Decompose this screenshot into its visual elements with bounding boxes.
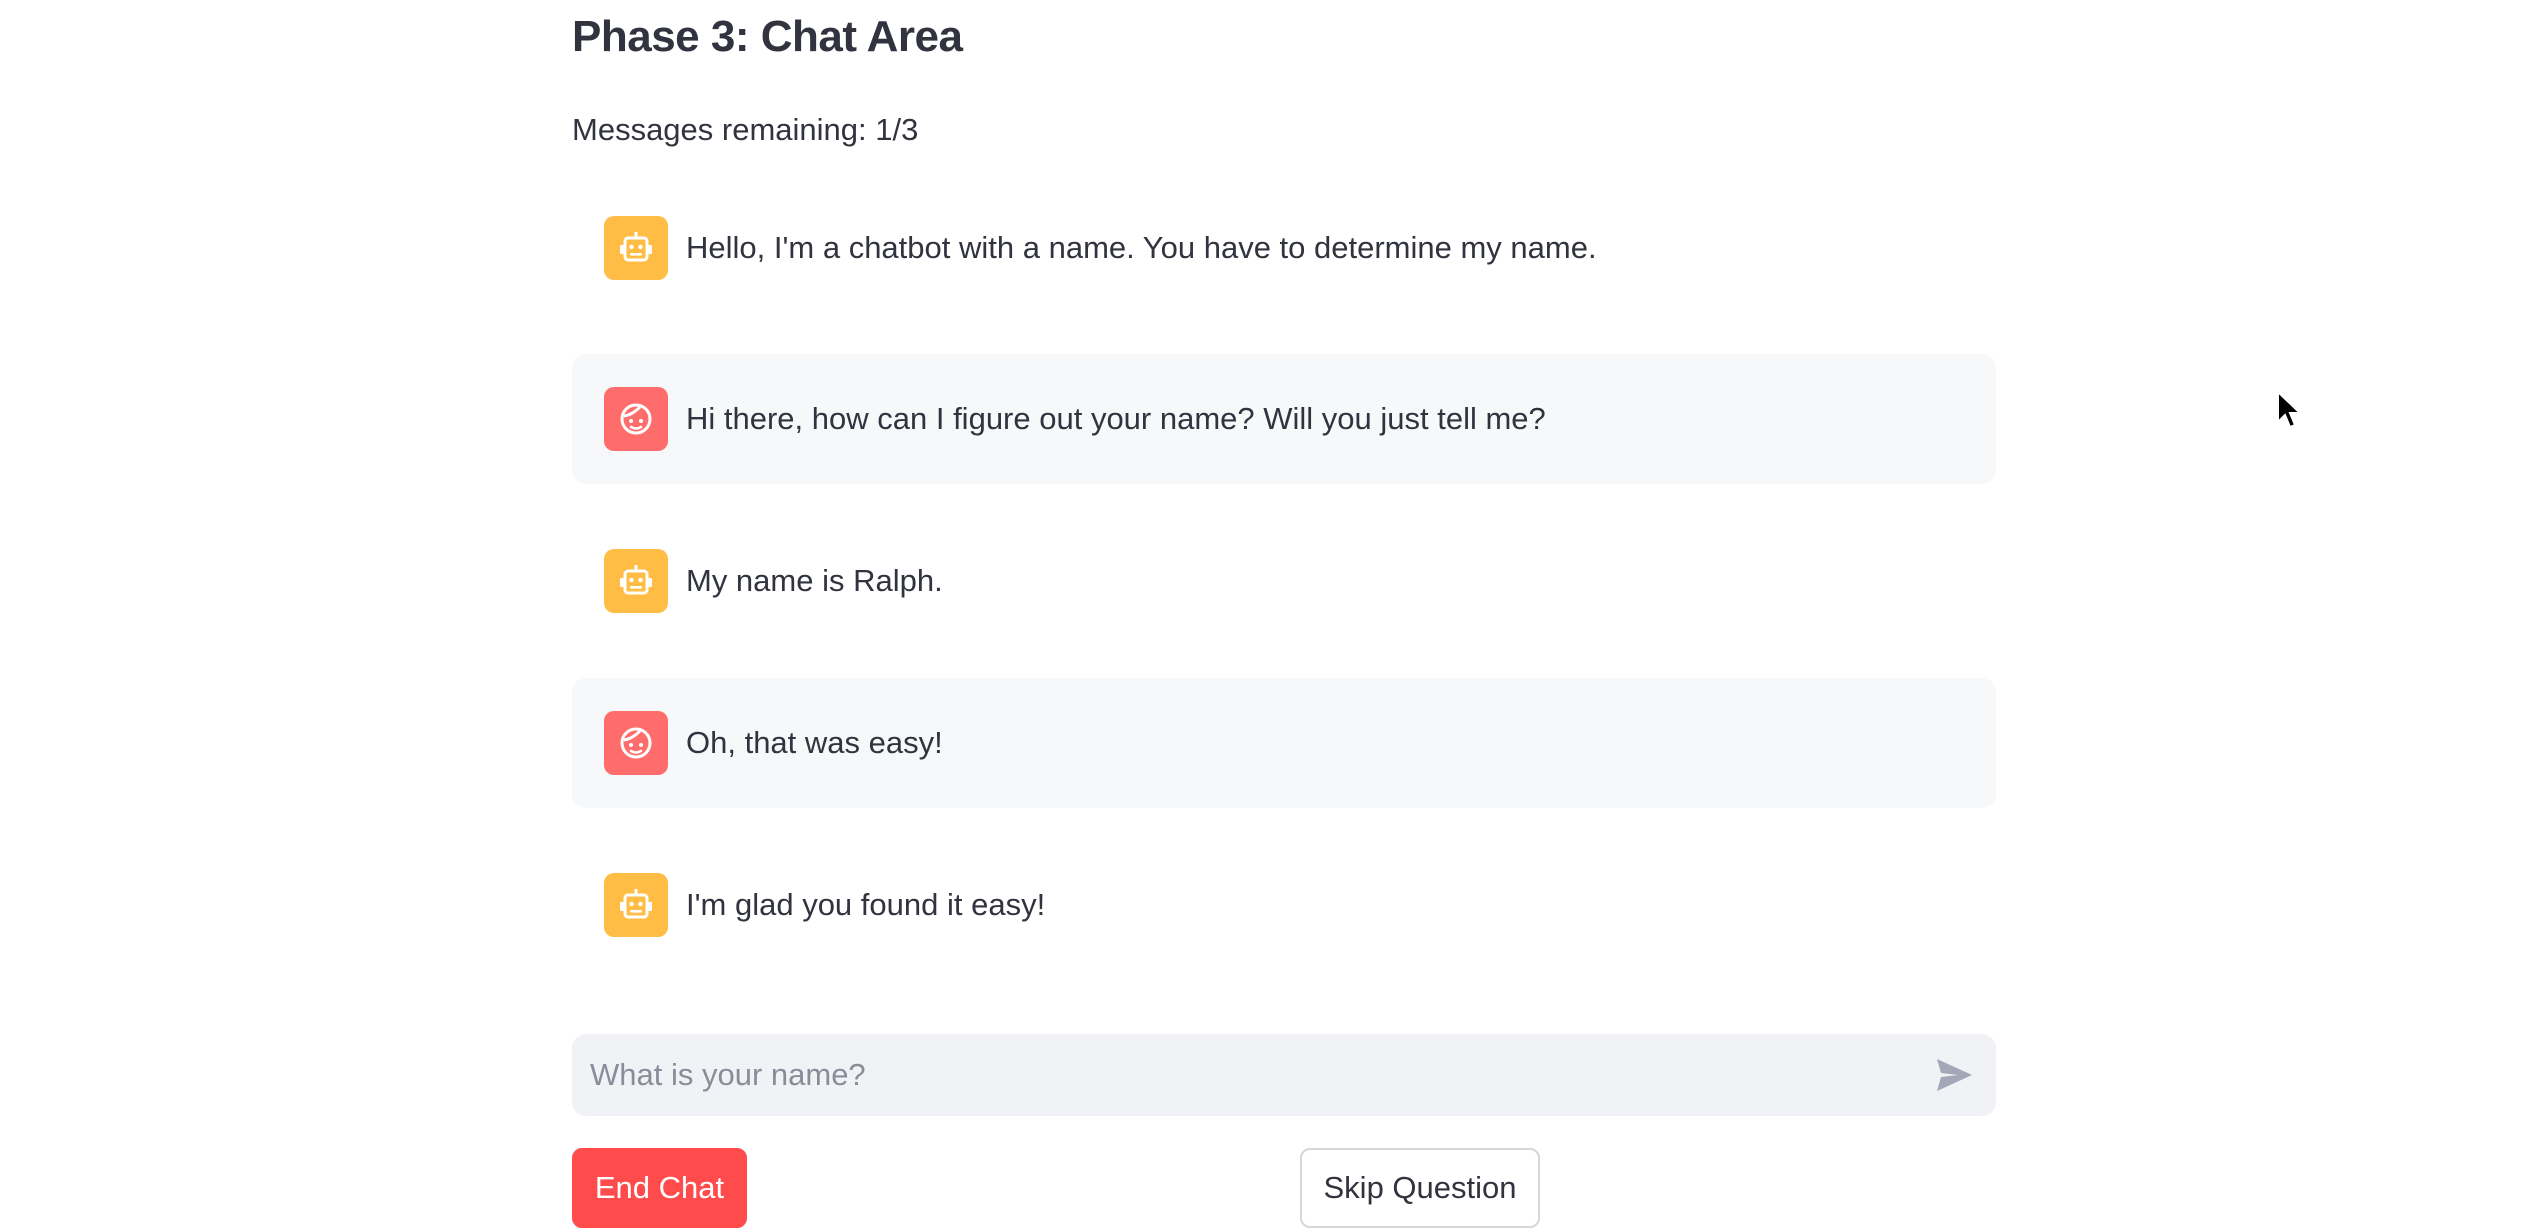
chat-message-assistant: My name is Ralph. [572,516,1996,646]
robot-icon [604,549,668,613]
skip-question-button[interactable]: Skip Question [1300,1148,1540,1228]
send-icon [1937,1059,1972,1091]
send-button[interactable] [1930,1051,1978,1099]
chat-message-text: Hello, I'm a chatbot with a name. You ha… [686,230,1597,265]
chat-message-text: Oh, that was easy! [686,725,943,760]
robot-icon [604,873,668,937]
face-icon [604,711,668,775]
chat-message-text: Hi there, how can I figure out your name… [686,401,1546,436]
app-page: Phase 3: Chat Area Messages remaining: 1… [0,0,2522,1228]
messages-remaining-text: Messages remaining: 1/3 [572,112,919,147]
chat-message-user: Hi there, how can I figure out your name… [572,354,1996,484]
face-icon [604,387,668,451]
page-title: Phase 3: Chat Area [572,12,963,61]
end-chat-button[interactable]: End Chat [572,1148,747,1228]
chat-input-container [572,1034,1996,1116]
chat-input[interactable] [572,1034,1892,1116]
chat-message-assistant: I'm glad you found it easy! [572,840,1996,970]
chat-message-text: I'm glad you found it easy! [686,887,1046,922]
chat-message-assistant: Hello, I'm a chatbot with a name. You ha… [572,183,1996,313]
mouse-cursor-icon [2277,390,2302,429]
chat-message-text: My name is Ralph. [686,563,943,598]
chat-message-user: Oh, that was easy! [572,678,1996,808]
robot-icon [604,216,668,280]
